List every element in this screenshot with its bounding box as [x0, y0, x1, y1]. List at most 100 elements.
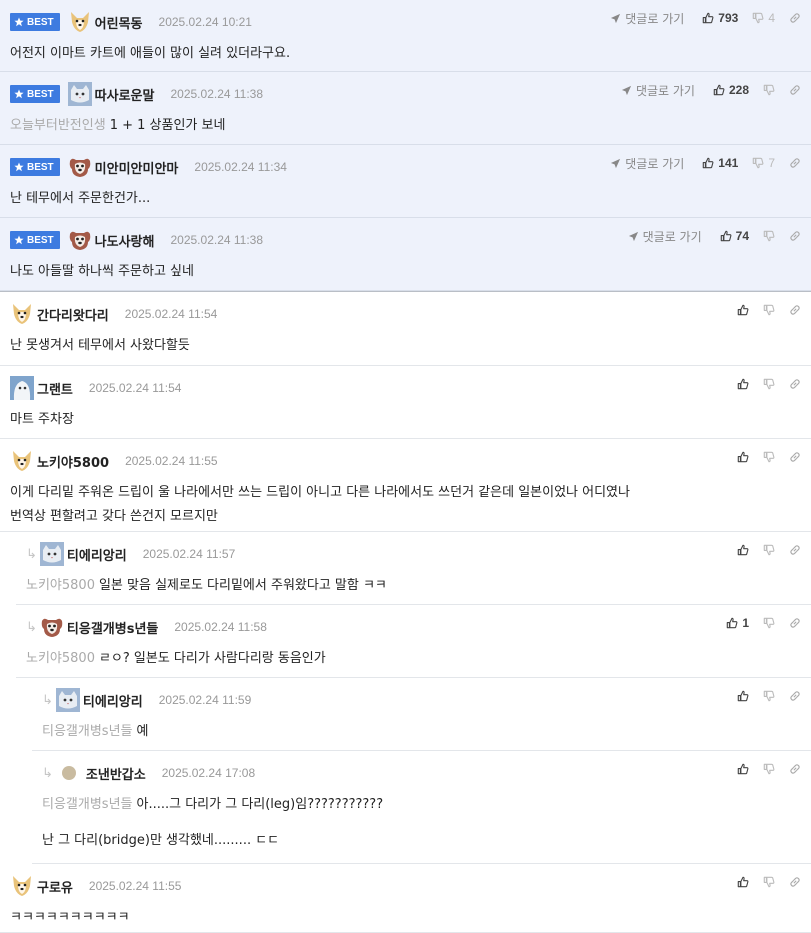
link-icon — [789, 157, 801, 169]
go-to-reply-link[interactable]: 댓글로 가기 — [610, 10, 684, 27]
best-badge: BEST — [10, 85, 60, 103]
avatar[interactable] — [68, 10, 92, 34]
author-nickname[interactable]: 그랜트 — [37, 379, 73, 398]
mention-nickname[interactable]: 노키야5800 — [26, 651, 95, 666]
downvote-button[interactable] — [763, 690, 775, 702]
bird-icon — [10, 376, 34, 400]
upvote-button[interactable]: 74 — [720, 229, 749, 243]
downvote-button[interactable] — [763, 617, 775, 629]
downvote-button[interactable] — [763, 378, 775, 390]
comment-date: 2025.02.24 10:21 — [158, 15, 252, 29]
author-nickname[interactable]: 어린목동 — [95, 13, 143, 32]
author-nickname[interactable]: 티응갤개병s년들 — [67, 618, 158, 637]
author-nickname[interactable]: 티에리앙리 — [67, 545, 127, 564]
share-link-button[interactable] — [789, 378, 801, 390]
downvote-button[interactable]: 4 — [752, 11, 775, 25]
best-comment: BEST 미안미안미안마 2025.02.24 11:34 난 테무에서 주문한건가.… — [0, 145, 811, 218]
comment-date: 2025.02.24 11:34 — [194, 160, 287, 174]
mention-nickname[interactable]: 티응갤개병s년들 — [42, 724, 133, 739]
link-icon — [789, 84, 801, 96]
share-link-button[interactable] — [789, 12, 801, 24]
avatar[interactable] — [10, 449, 34, 473]
reply-comment: ↳ 조낸반갑소 2025.02.24 17:08 티응갤개병s년들 아.....그 다리… — [32, 751, 811, 864]
mention-nickname[interactable]: 노키야5800 — [26, 578, 95, 593]
go-to-reply-link[interactable]: 댓글로 가기 — [628, 228, 702, 245]
downvote-button[interactable] — [763, 451, 775, 463]
downvote-button[interactable]: 7 — [752, 156, 775, 170]
avatar[interactable] — [62, 766, 76, 780]
author-nickname[interactable]: 구로유 — [37, 877, 73, 896]
downvote-button[interactable] — [763, 304, 775, 316]
share-link-button[interactable] — [789, 763, 801, 775]
thumbs-down-icon — [763, 304, 775, 316]
mention-nickname[interactable]: 오늘부터반전인생 — [10, 118, 106, 133]
upvote-button[interactable]: 793 — [702, 11, 738, 25]
link-icon — [789, 690, 801, 702]
thumbs-up-icon — [713, 84, 725, 96]
author-nickname[interactable]: 노키야5800 — [37, 452, 109, 471]
avatar[interactable] — [10, 874, 34, 898]
upvote-button[interactable] — [737, 876, 749, 888]
go-to-reply-link[interactable]: 댓글로 가기 — [610, 155, 684, 172]
avatar[interactable] — [56, 688, 80, 712]
dog-icon — [10, 449, 34, 473]
author-nickname[interactable]: 티에리앙리 — [83, 691, 143, 710]
share-link-button[interactable] — [789, 451, 801, 463]
author-nickname[interactable]: 조낸반갑소 — [86, 764, 146, 783]
send-icon — [610, 13, 621, 24]
thumbs-down-icon — [763, 544, 775, 556]
thumbs-down-icon — [763, 763, 775, 775]
upvote-button[interactable] — [737, 763, 749, 775]
share-link-button[interactable] — [789, 230, 801, 242]
comment-text: 나도 아들딸 하나씩 주문하고 싶네 — [10, 264, 194, 279]
upvote-button[interactable] — [737, 544, 749, 556]
comment-date: 2025.02.24 11:57 — [142, 547, 236, 561]
upvote-button[interactable] — [737, 690, 749, 702]
share-link-button[interactable] — [789, 690, 801, 702]
share-link-button[interactable] — [789, 544, 801, 556]
downvote-button[interactable] — [763, 763, 775, 775]
share-link-button[interactable] — [789, 84, 801, 96]
avatar[interactable] — [10, 376, 34, 400]
comment: 구로유 2025.02.24 11:55 ㅋㅋㅋㅋㅋㅋㅋㅋㅋㅋ — [0, 864, 811, 933]
upvote-button[interactable] — [737, 304, 749, 316]
avatar[interactable] — [40, 615, 64, 639]
reply-arrow-icon: ↳ — [42, 765, 53, 781]
thumbs-down-icon — [763, 876, 775, 888]
thumbs-down-icon — [763, 690, 775, 702]
dot-avatar — [62, 766, 76, 780]
avatar[interactable] — [68, 155, 92, 179]
comment-text: 아.....그 다리가 그 다리(leg)임??????????? — [136, 797, 384, 812]
best-badge: BEST — [10, 158, 60, 176]
share-link-button[interactable] — [789, 617, 801, 629]
avatar[interactable] — [68, 82, 92, 106]
downvote-button[interactable] — [763, 230, 775, 242]
thumbs-down-icon — [763, 378, 775, 390]
avatar[interactable] — [40, 542, 64, 566]
avatar[interactable] — [68, 228, 92, 252]
author-nickname[interactable]: 간다리왓다리 — [37, 305, 109, 324]
share-link-button[interactable] — [789, 157, 801, 169]
upvote-button[interactable] — [737, 451, 749, 463]
downvote-button[interactable] — [763, 84, 775, 96]
comment-text-line2: 난 그 다리(bridge)만 생각했네......... ㄷㄷ — [42, 833, 280, 848]
thumbs-up-icon — [737, 763, 749, 775]
upvote-button[interactable]: 228 — [713, 83, 749, 97]
downvote-button[interactable] — [763, 544, 775, 556]
star-icon — [14, 162, 24, 172]
go-to-reply-link[interactable]: 댓글로 가기 — [621, 82, 695, 99]
downvote-button[interactable] — [763, 876, 775, 888]
upvote-button[interactable] — [737, 378, 749, 390]
author-nickname[interactable]: 미안미안미안마 — [95, 158, 179, 177]
mention-nickname[interactable]: 티응갤개병s년들 — [42, 797, 133, 812]
comment-date: 2025.02.24 11:38 — [170, 87, 264, 101]
reply-comment: ↳ 티에리앙리 2025.02.24 11:57 노키야5800 일본 맞음 실제로도 … — [16, 532, 811, 605]
author-nickname[interactable]: 따사로운말 — [95, 85, 155, 104]
upvote-button[interactable]: 141 — [702, 156, 738, 170]
comment-text: ㅋㅋㅋㅋㅋㅋㅋㅋㅋㅋ — [10, 910, 130, 925]
author-nickname[interactable]: 나도사랑해 — [95, 231, 155, 250]
share-link-button[interactable] — [789, 876, 801, 888]
avatar[interactable] — [10, 302, 34, 326]
upvote-button[interactable]: 1 — [726, 616, 749, 630]
share-link-button[interactable] — [789, 304, 801, 316]
